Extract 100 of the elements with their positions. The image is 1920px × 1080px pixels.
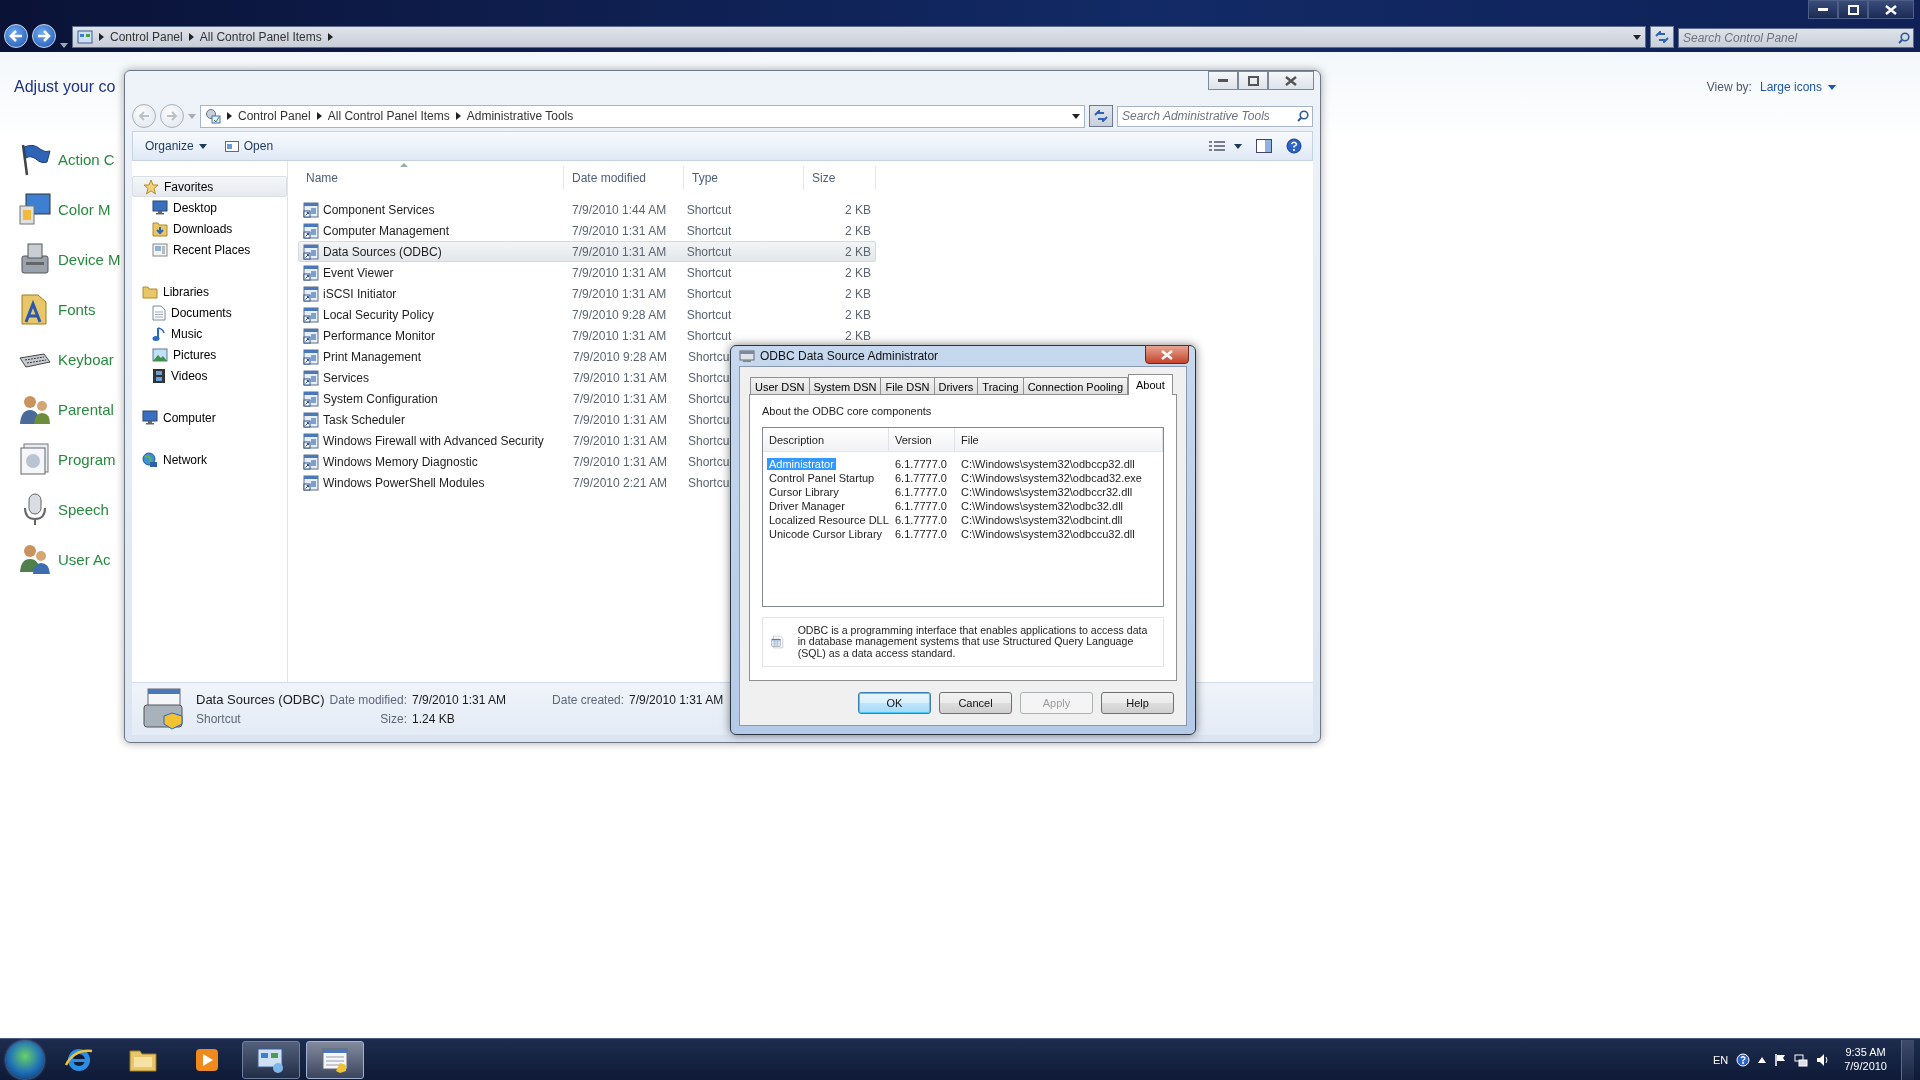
maximize-icon[interactable] bbox=[1247, 75, 1259, 86]
list-item[interactable]: Driver Manager bbox=[767, 500, 847, 512]
language-indicator[interactable]: EN bbox=[1712, 1053, 1729, 1066]
nav-item[interactable]: Computer bbox=[132, 407, 287, 428]
view-options-button[interactable] bbox=[1207, 138, 1244, 154]
refresh-icon[interactable] bbox=[1655, 31, 1669, 43]
dialog-button[interactable]: OK bbox=[858, 692, 931, 714]
caret-icon[interactable] bbox=[198, 143, 207, 149]
list-item[interactable]: Unicode Cursor Library bbox=[767, 528, 885, 540]
maximize-button[interactable] bbox=[1238, 71, 1268, 90]
control-panel-icon[interactable] bbox=[256, 1045, 286, 1074]
control-panel-link[interactable]: User Ac bbox=[58, 550, 111, 568]
chevron-icon[interactable] bbox=[227, 112, 232, 120]
nav-item[interactable]: Favorites bbox=[132, 176, 287, 197]
refresh-icon[interactable] bbox=[1094, 110, 1108, 122]
clock[interactable]: 9:35 AM 7/9/2010 bbox=[1838, 1045, 1893, 1074]
control-panel-link[interactable]: Action C bbox=[58, 150, 115, 168]
nav-item[interactable]: Music bbox=[132, 323, 287, 344]
column-header[interactable]: Description bbox=[763, 428, 889, 451]
file-row[interactable]: Computer Management 7/9/2010 1:31 AM Shortcut 2 KB bbox=[298, 220, 876, 241]
caret-icon[interactable] bbox=[60, 43, 68, 48]
chevron-icon[interactable] bbox=[327, 33, 333, 41]
nav-item[interactable]: Libraries bbox=[132, 281, 287, 302]
breadcrumb-item[interactable]: All Control Panel Items bbox=[199, 30, 322, 44]
caret-icon[interactable] bbox=[1072, 113, 1080, 119]
list-item[interactable]: Control Panel Startup bbox=[767, 472, 877, 484]
odbc-taskbar-button[interactable] bbox=[306, 1040, 364, 1079]
tab[interactable]: System DSN bbox=[808, 377, 882, 395]
search-icon[interactable] bbox=[1898, 32, 1910, 44]
breadcrumb-item[interactable]: Administrative Tools bbox=[466, 109, 574, 123]
caret-icon[interactable] bbox=[1828, 84, 1836, 90]
control-panel-link[interactable]: Keyboar bbox=[58, 350, 114, 368]
control-panel-link[interactable]: Color M bbox=[58, 200, 111, 218]
play-icon[interactable] bbox=[194, 1046, 220, 1073]
chevron-icon[interactable] bbox=[99, 33, 104, 41]
back-button[interactable] bbox=[4, 24, 28, 48]
column-header[interactable]: Size bbox=[804, 166, 876, 190]
file-row[interactable]: Data Sources (ODBC) 7/9/2010 1:31 AM Shortcut 2 KB bbox=[298, 241, 876, 262]
breadcrumb-item[interactable]: All Control Panel Items bbox=[327, 109, 450, 123]
minimize-button[interactable] bbox=[1808, 0, 1838, 19]
nav-item[interactable]: Videos bbox=[132, 365, 287, 386]
nav-item[interactable]: Recent Places bbox=[132, 239, 287, 260]
refresh-button[interactable] bbox=[1650, 26, 1674, 48]
address-bar[interactable]: Control Panel All Control Panel Items Administrative Tools bbox=[200, 104, 1085, 128]
maximize-button[interactable] bbox=[1838, 0, 1868, 19]
tab[interactable]: User DSN bbox=[750, 377, 810, 395]
nav-item[interactable]: Documents bbox=[132, 302, 287, 323]
close-button[interactable] bbox=[1268, 71, 1314, 90]
open-button[interactable]: Open bbox=[220, 137, 278, 155]
file-row[interactable]: Services 7/9/2010 1:31 AM Shortcu bbox=[298, 367, 731, 388]
nav-item[interactable]: Downloads bbox=[132, 218, 287, 239]
dialog-button[interactable]: Cancel bbox=[939, 692, 1012, 714]
column-header[interactable]: Date modified bbox=[564, 166, 684, 190]
file-row[interactable]: Event Viewer 7/9/2010 1:31 AM Shortcut 2 KB bbox=[298, 262, 876, 283]
control-panel-link[interactable]: Parental bbox=[58, 400, 114, 418]
breadcrumb-item[interactable]: Control Panel bbox=[110, 30, 183, 44]
close-button[interactable] bbox=[1868, 0, 1914, 19]
window-icon[interactable] bbox=[224, 140, 239, 152]
tab[interactable]: File DSN bbox=[880, 377, 935, 395]
nav-item[interactable]: Network bbox=[132, 449, 287, 470]
network-icon[interactable] bbox=[1794, 1052, 1809, 1067]
list-view-icon[interactable] bbox=[1209, 140, 1225, 152]
nav-item[interactable]: Pictures bbox=[132, 344, 287, 365]
tab[interactable]: Connection Pooling bbox=[1022, 377, 1129, 395]
triangle-icon[interactable] bbox=[1758, 1056, 1767, 1063]
file-row[interactable]: iSCSI Initiator 7/9/2010 1:31 AM Shortcut 2 KB bbox=[298, 283, 876, 304]
file-row[interactable]: Task Scheduler 7/9/2010 1:31 AM Shortcu bbox=[298, 409, 731, 430]
column-header[interactable]: Version bbox=[889, 428, 955, 451]
control-panel-link[interactable]: Program bbox=[58, 450, 116, 468]
chevron-icon[interactable] bbox=[316, 112, 322, 120]
breadcrumb-item[interactable]: Control Panel bbox=[238, 109, 311, 123]
minimize-icon[interactable] bbox=[1218, 78, 1228, 83]
speaker-icon[interactable] bbox=[1816, 1052, 1831, 1067]
tab[interactable]: About bbox=[1128, 374, 1173, 395]
search-field[interactable]: Search Administrative Tools bbox=[1117, 105, 1313, 127]
forward-button[interactable] bbox=[32, 24, 56, 48]
list-item[interactable]: Localized Resource DLL bbox=[767, 514, 891, 526]
close-button[interactable] bbox=[1145, 345, 1189, 364]
chevron-icon[interactable] bbox=[188, 33, 194, 41]
organize-menu[interactable]: Organize bbox=[141, 137, 211, 155]
search-field[interactable]: Search Control Panel bbox=[1678, 28, 1914, 48]
search-icon[interactable] bbox=[1297, 109, 1309, 122]
control-panel-link[interactable]: Speech bbox=[58, 500, 109, 518]
file-row[interactable]: Local Security Policy 7/9/2010 9:28 AM Shortcut 2 KB bbox=[298, 304, 876, 325]
refresh-button[interactable] bbox=[1089, 105, 1113, 127]
close-icon[interactable] bbox=[1285, 75, 1297, 86]
caret-icon[interactable] bbox=[1234, 143, 1242, 149]
file-row[interactable]: Performance Monitor 7/9/2010 1:31 AM Shortcut 2 KB bbox=[298, 325, 876, 346]
view-by-dropdown[interactable]: Large icons bbox=[1759, 80, 1836, 94]
file-row[interactable]: Windows PowerShell Modules 7/9/2010 2:21 AM Shortcu bbox=[298, 472, 731, 493]
chevron-icon[interactable] bbox=[455, 112, 461, 120]
flag-icon[interactable] bbox=[1774, 1052, 1787, 1067]
file-row[interactable]: Component Services 7/9/2010 1:44 AM Shortcut 2 KB bbox=[298, 199, 876, 220]
control-panel-link[interactable]: Device M bbox=[58, 250, 121, 268]
file-row[interactable]: System Configuration 7/9/2010 1:31 AM Shortcu bbox=[298, 388, 731, 409]
tab[interactable]: Drivers bbox=[933, 377, 979, 395]
file-row[interactable]: Windows Memory Diagnostic 7/9/2010 1:31 AM Shortcu bbox=[298, 451, 731, 472]
address-bar[interactable]: Control Panel All Control Panel Items bbox=[72, 26, 1646, 48]
list-item[interactable]: Cursor Library bbox=[767, 486, 841, 498]
nav-item[interactable]: Desktop bbox=[132, 197, 287, 218]
